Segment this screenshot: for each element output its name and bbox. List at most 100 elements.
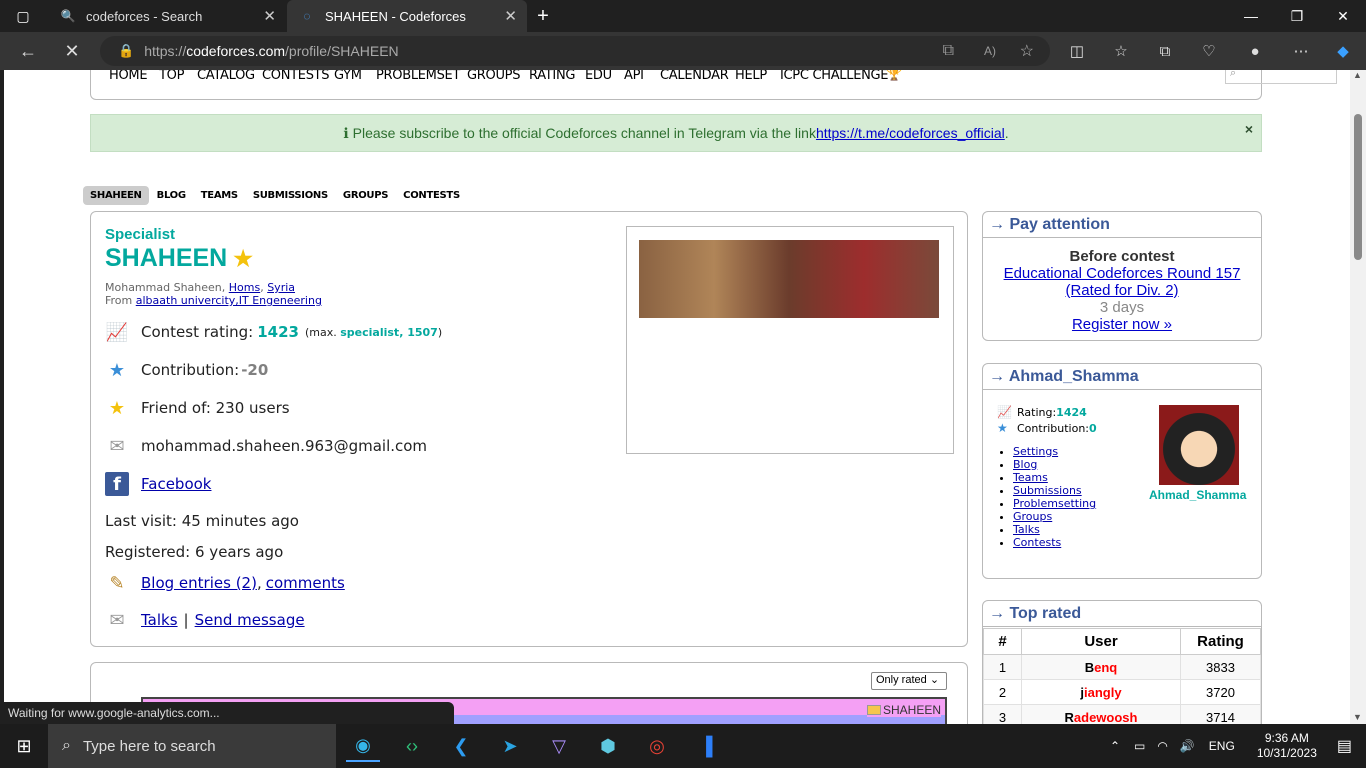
avatar-username[interactable]: Ahmad_Shamma xyxy=(1149,488,1246,502)
submissions-link[interactable]: Submissions xyxy=(1013,484,1082,497)
problemsetting-link[interactable]: Problemsetting xyxy=(1013,497,1096,510)
menu-icpc-challenge[interactable]: ICPC CHALLENGE xyxy=(780,70,889,83)
menu-top[interactable]: TOP xyxy=(159,70,184,83)
minimize-icon[interactable]: — xyxy=(1228,0,1274,32)
profile-avatar-icon[interactable]: ● xyxy=(1242,38,1268,64)
menu-api[interactable]: API xyxy=(624,70,644,83)
tab-blog[interactable]: BLOG xyxy=(150,186,193,205)
avatar[interactable] xyxy=(1159,405,1239,485)
only-rated-select[interactable]: Only rated ⌄ xyxy=(871,672,947,690)
chrome-icon[interactable]: ◎ xyxy=(640,730,674,762)
volume-icon[interactable]: 🔊 xyxy=(1180,739,1195,753)
row-user[interactable]: jiangly xyxy=(1021,679,1181,705)
city-link[interactable]: Homs xyxy=(229,281,260,294)
contests-link[interactable]: Contests xyxy=(1013,536,1061,549)
teams-link[interactable]: Teams xyxy=(1013,471,1048,484)
split-screen-icon[interactable]: ◫ xyxy=(1064,38,1090,64)
country-link[interactable]: Syria xyxy=(267,281,295,294)
devtools-icon[interactable]: ‹› xyxy=(395,730,429,762)
scroll-up-icon[interactable]: ▲ xyxy=(1353,70,1362,80)
register-link[interactable]: Register now » xyxy=(1072,316,1172,333)
telegram-icon[interactable]: ➤ xyxy=(493,730,527,762)
tab-profile[interactable]: SHAHEEN xyxy=(83,185,149,205)
menu-contests[interactable]: CONTESTS xyxy=(262,70,330,83)
only-rated-value: Only rated xyxy=(876,674,927,686)
row-user[interactable]: Benq xyxy=(1021,654,1181,680)
talks-link[interactable]: Talks xyxy=(1013,523,1040,536)
close-tab-icon[interactable]: ✕ xyxy=(504,7,517,25)
tab-shaheen-codeforces[interactable]: ◌ SHAHEEN - Codeforces ✕ xyxy=(287,0,527,32)
vscode-icon[interactable]: ❮ xyxy=(444,730,478,762)
menu-gym[interactable]: GYM xyxy=(334,70,362,83)
tab-submissions[interactable]: SUBMISSIONS xyxy=(246,186,335,205)
tab-groups[interactable]: GROUPS xyxy=(336,186,395,205)
menu-problemset[interactable]: PROBLEMSET xyxy=(376,70,460,83)
contest-link[interactable]: Educational Codeforces Round 157 (Rated … xyxy=(983,265,1261,299)
tab-actions-icon[interactable]: ▢ xyxy=(0,0,46,32)
comments-link[interactable]: comments xyxy=(266,574,345,592)
close-window-icon[interactable]: ✕ xyxy=(1320,0,1366,32)
page-scrollbar[interactable]: ▲ ▼ xyxy=(1350,70,1366,724)
language-indicator[interactable]: ENG xyxy=(1209,739,1235,753)
close-tab-icon[interactable]: ✕ xyxy=(263,7,276,25)
favorite-star-icon[interactable]: ☆ xyxy=(1020,41,1034,61)
collections-icon[interactable]: ⧉ xyxy=(1152,38,1178,64)
wifi-icon[interactable]: ◠ xyxy=(1157,739,1167,753)
menu-home[interactable]: HOME xyxy=(109,70,148,83)
url-bar[interactable]: 🔒 https://codeforces.com/profile/SHAHEEN… xyxy=(100,36,1050,66)
taskbar-search[interactable]: ⌕ Type here to search xyxy=(48,724,336,768)
menu-groups[interactable]: GROUPS xyxy=(467,70,520,83)
restore-icon[interactable]: ❐ xyxy=(1274,0,1320,32)
settings-link[interactable]: Settings xyxy=(1013,445,1058,458)
edge-icon[interactable]: ◉ xyxy=(346,730,380,762)
open-in-app-icon[interactable]: ⧉ xyxy=(943,42,954,60)
user-stats: 📈 Rating: 1424 ★ Contribution: 0 xyxy=(997,404,1097,436)
talks-link[interactable]: Talks xyxy=(141,611,178,629)
menu-help[interactable]: HELP xyxy=(735,70,767,83)
back-icon[interactable]: ← xyxy=(12,36,44,66)
copilot-icon[interactable]: ◆ xyxy=(1330,38,1356,64)
menu-rating[interactable]: RATING xyxy=(529,70,575,83)
blog-link[interactable]: Blog xyxy=(1013,458,1037,471)
organization-link[interactable]: albaath univercity,IT Engeneering xyxy=(136,294,322,307)
tab-teams[interactable]: TEAMS xyxy=(194,186,245,205)
search-icon: ⌕ xyxy=(62,737,71,754)
app-cube-icon[interactable]: ⬢ xyxy=(591,730,625,762)
list-item: Contests xyxy=(1013,536,1096,549)
new-tab-icon[interactable]: + xyxy=(520,0,566,32)
telegram-link[interactable]: https://t.me/codeforces_official xyxy=(816,125,1005,141)
facebook-link[interactable]: Facebook xyxy=(141,475,211,493)
user-handle: SHAHEEN ★ xyxy=(105,244,253,273)
chevron-up-icon[interactable]: ⌃ xyxy=(1110,739,1120,753)
scrollbar-thumb[interactable] xyxy=(1354,114,1362,260)
menu-edu[interactable]: EDU xyxy=(585,70,612,83)
close-notice-icon[interactable]: × xyxy=(1245,121,1253,137)
blog-entries-link[interactable]: Blog entries (2) xyxy=(141,574,257,592)
windows-start-icon[interactable]: ⊞ xyxy=(7,730,41,762)
status-bar: Waiting for www.google-analytics.com... xyxy=(0,702,454,724)
groups-link[interactable]: Groups xyxy=(1013,510,1052,523)
pay-attention-body: Before contest Educational Codeforces Ro… xyxy=(983,238,1261,333)
row-user[interactable]: Radewoosh xyxy=(1021,704,1181,724)
battery-icon[interactable]: ▭ xyxy=(1134,739,1145,753)
notifications-icon[interactable]: ▤ xyxy=(1337,736,1352,756)
site-search-input[interactable]: ⌕ xyxy=(1225,70,1337,84)
chart-app-icon[interactable]: ▐ xyxy=(689,730,723,762)
app-triangle-icon[interactable]: ▽ xyxy=(542,730,576,762)
friend-of-row: ★ Friend of: 230 users xyxy=(105,396,290,420)
more-menu-icon[interactable]: ⋯ xyxy=(1288,38,1314,64)
favorites-icon[interactable]: ☆ xyxy=(1108,38,1134,64)
list-item: Submissions xyxy=(1013,484,1096,497)
tab-codeforces-search[interactable]: 🔍 codeforces - Search ✕ xyxy=(48,0,286,32)
header-user: User xyxy=(1021,628,1181,655)
clock[interactable]: 9:36 AM 10/31/2023 xyxy=(1257,731,1317,761)
tab-contests[interactable]: CONTESTS xyxy=(396,186,467,205)
stop-loading-icon[interactable]: ✕ xyxy=(56,36,88,66)
read-aloud-icon[interactable]: A) xyxy=(984,44,996,58)
browser-essentials-icon[interactable]: ♡ xyxy=(1196,38,1222,64)
scroll-down-icon[interactable]: ▼ xyxy=(1353,712,1362,722)
user-contribution-row: ★ Contribution: 0 xyxy=(997,420,1097,436)
menu-calendar[interactable]: CALENDAR xyxy=(660,70,729,83)
menu-catalog[interactable]: CATALOG xyxy=(197,70,255,83)
send-message-link[interactable]: Send message xyxy=(195,611,305,629)
